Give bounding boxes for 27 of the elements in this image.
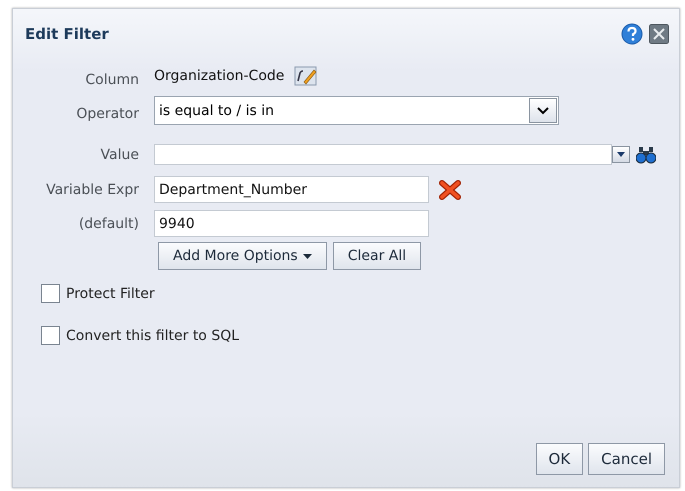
dialog-button[interactable]: Cancel bbox=[588, 443, 665, 475]
caret-icon bbox=[617, 152, 625, 157]
checkbox-label: Convert this filter to SQL bbox=[66, 328, 240, 344]
checkbox-label: Protect Filter bbox=[66, 286, 155, 302]
chevron-down-icon[interactable] bbox=[536, 106, 550, 116]
remove-icon[interactable] bbox=[439, 180, 461, 200]
operator-dropdown[interactable]: is equal to / is in bbox=[154, 96, 559, 125]
dropdown-button[interactable] bbox=[612, 146, 630, 163]
field-label: Value bbox=[100, 146, 139, 162]
field-label: (default) bbox=[78, 216, 139, 232]
checkbox[interactable] bbox=[41, 326, 60, 345]
column-name: Organization-Code bbox=[154, 68, 284, 84]
binoculars-icon[interactable] bbox=[636, 146, 656, 164]
dialog-title: Edit Filter bbox=[25, 25, 110, 43]
variable-expr-field[interactable]: Department_Number bbox=[154, 176, 429, 203]
edit-formula-icon[interactable] bbox=[294, 65, 318, 87]
field-label: Operator bbox=[75, 104, 139, 122]
checkbox[interactable] bbox=[41, 284, 60, 303]
default-value-field[interactable]: 9940 bbox=[154, 210, 429, 237]
help-icon[interactable] bbox=[621, 23, 643, 45]
field-label: Variable Expr bbox=[45, 182, 139, 198]
option-button[interactable]: Add More Options bbox=[158, 242, 327, 270]
field-label: Column bbox=[84, 71, 139, 88]
close-icon[interactable] bbox=[649, 24, 669, 44]
dialog-button[interactable]: OK bbox=[536, 443, 584, 475]
value-field[interactable] bbox=[154, 144, 612, 165]
option-button[interactable]: Clear All bbox=[332, 242, 422, 270]
